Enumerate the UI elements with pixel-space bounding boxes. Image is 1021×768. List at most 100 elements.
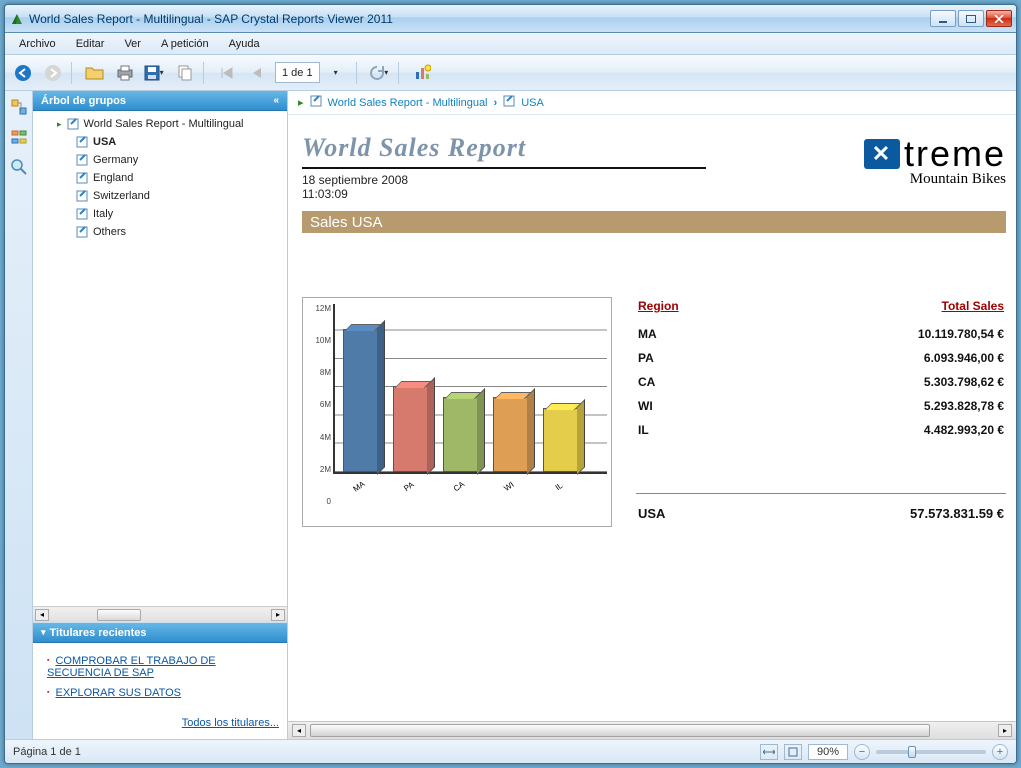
group-tree: ▸ World Sales Report - Multilingual USA G…	[33, 111, 287, 606]
page-indicator[interactable]: 1 de 1	[275, 62, 320, 83]
chart-x-labels: MAPACAWIIL	[333, 474, 607, 491]
cell-region: MA	[638, 323, 755, 345]
logo-subtitle: Mountain Bikes	[910, 171, 1006, 188]
report-icon	[75, 225, 89, 239]
scroll-left-icon[interactable]: ◂	[292, 724, 306, 737]
report-viewport[interactable]: World Sales Report 18 septiembre 2008 11…	[288, 115, 1016, 721]
zoom-value[interactable]: 90%	[808, 744, 848, 760]
nav-forward-button[interactable]	[41, 61, 65, 85]
group-tree-title: Árbol de grupos	[41, 95, 126, 107]
col-total: Total Sales	[757, 299, 1004, 321]
tree-item-others[interactable]: Others	[39, 223, 287, 241]
fit-width-button[interactable]	[760, 744, 778, 760]
zoom-in-button[interactable]: +	[992, 744, 1008, 760]
headlines-header[interactable]: ▾ Titulares recientes	[33, 623, 287, 643]
parameters-icon[interactable]	[9, 127, 29, 147]
tree-item-italy[interactable]: Italy	[39, 205, 287, 223]
save-button[interactable]: ▾	[143, 61, 167, 85]
group-tree-icon[interactable]	[9, 97, 29, 117]
beta-chart-button[interactable]	[410, 61, 434, 85]
zoom-slider[interactable]	[876, 750, 986, 754]
breadcrumb-open-icon[interactable]: ▸	[298, 96, 304, 109]
bar-WI	[493, 397, 529, 472]
section-bar: Sales USA	[302, 211, 1006, 233]
tree-root[interactable]: ▸ World Sales Report - Multilingual	[39, 115, 287, 133]
open-file-button[interactable]	[83, 61, 107, 85]
report-date: 18 septiembre 2008	[302, 173, 706, 187]
report-icon	[75, 153, 89, 167]
menu-editar[interactable]: Editar	[68, 36, 113, 52]
y-tick: 12M	[307, 304, 331, 313]
bar-IL	[543, 408, 579, 472]
expand-icon[interactable]: ▸	[57, 119, 62, 130]
chart-y-axis: 12M10M8M6M4M2M0	[307, 304, 331, 506]
next-page-button[interactable]: ▾	[326, 61, 350, 85]
prev-page-button[interactable]	[245, 61, 269, 85]
report-icon	[75, 171, 89, 185]
chart-bars	[333, 304, 607, 474]
y-tick: 4M	[307, 433, 331, 442]
app-window: World Sales Report - Multilingual - SAP …	[4, 4, 1017, 764]
tree-item-label: England	[93, 172, 133, 184]
table-row: WI5.293.828,78 €	[638, 395, 1004, 417]
scroll-right-icon[interactable]: ▸	[998, 724, 1012, 737]
tree-item-label: Germany	[93, 154, 138, 166]
zoom-out-button[interactable]: −	[854, 744, 870, 760]
tree-item-label: Others	[93, 226, 126, 238]
zoom-slider-knob[interactable]	[908, 746, 916, 758]
brand-logo: ✕ treme Mountain Bikes	[706, 133, 1006, 188]
cell-total: 5.303.798,62 €	[757, 371, 1004, 393]
y-tick: 6M	[307, 400, 331, 409]
content-area: ▸ World Sales Report - Multilingual › US…	[288, 91, 1016, 739]
headlines-panel: ▾ Titulares recientes COMPROBAR EL TRABA…	[33, 622, 287, 739]
tree-item-germany[interactable]: Germany	[39, 151, 287, 169]
collapse-icon[interactable]: «	[273, 95, 279, 106]
headline-link-0[interactable]: COMPROBAR EL TRABAJO DE SECUENCIA DE SAP	[47, 655, 216, 679]
table-row: IL4.482.993,20 €	[638, 419, 1004, 441]
scroll-thumb[interactable]	[97, 609, 141, 621]
report-icon	[75, 135, 89, 149]
content-scrollbar[interactable]: ◂ ▸	[288, 721, 1016, 739]
group-tree-header[interactable]: Árbol de grupos «	[33, 91, 287, 111]
table-row: CA5.303.798,62 €	[638, 371, 1004, 393]
x-label: WI	[492, 472, 527, 500]
refresh-button[interactable]: ▾	[368, 61, 392, 85]
tree-item-usa[interactable]: USA	[39, 133, 287, 151]
print-button[interactable]	[113, 61, 137, 85]
menu-ver[interactable]: Ver	[116, 36, 149, 52]
scroll-thumb[interactable]	[310, 724, 930, 737]
cell-total: 10.119.780,54 €	[757, 323, 1004, 345]
total-region: USA	[638, 502, 720, 525]
close-button[interactable]	[986, 10, 1012, 27]
logo-x-icon: ✕	[864, 139, 900, 169]
total-value: 57.573.831.59 €	[722, 502, 1004, 525]
breadcrumb-root[interactable]: World Sales Report - Multilingual	[328, 97, 488, 109]
report-title: World Sales Report	[302, 133, 706, 163]
first-page-button[interactable]	[215, 61, 239, 85]
breadcrumb-current[interactable]: USA	[521, 97, 544, 109]
table-row: MA10.119.780,54 €	[638, 323, 1004, 345]
tree-item-england[interactable]: England	[39, 169, 287, 187]
x-label: PA	[392, 472, 427, 500]
sales-table: Region Total Sales MA10.119.780,54 €PA6.…	[636, 297, 1006, 443]
fit-page-button[interactable]	[784, 744, 802, 760]
nav-back-button[interactable]	[11, 61, 35, 85]
minimize-button[interactable]	[930, 10, 956, 27]
bar-CA	[443, 397, 479, 472]
scroll-left-icon[interactable]: ◂	[35, 609, 49, 621]
side-scrollbar[interactable]: ◂ ▸	[33, 606, 287, 622]
headline-link-1[interactable]: EXPLORAR SUS DATOS	[55, 687, 181, 699]
menu-archivo[interactable]: Archivo	[11, 36, 64, 52]
cell-region: PA	[638, 347, 755, 369]
copy-button[interactable]	[173, 61, 197, 85]
tree-item-switzerland[interactable]: Switzerland	[39, 187, 287, 205]
scroll-right-icon[interactable]: ▸	[271, 609, 285, 621]
titlebar: World Sales Report - Multilingual - SAP …	[5, 5, 1016, 33]
all-headlines-link[interactable]: Todos los titulares...	[182, 717, 279, 729]
maximize-button[interactable]	[958, 10, 984, 27]
sidebar-iconstrip	[5, 91, 33, 739]
find-icon[interactable]	[9, 157, 29, 177]
menu-ayuda[interactable]: Ayuda	[221, 36, 268, 52]
report-icon	[66, 117, 80, 131]
menu-apeticion[interactable]: A petición	[153, 36, 217, 52]
